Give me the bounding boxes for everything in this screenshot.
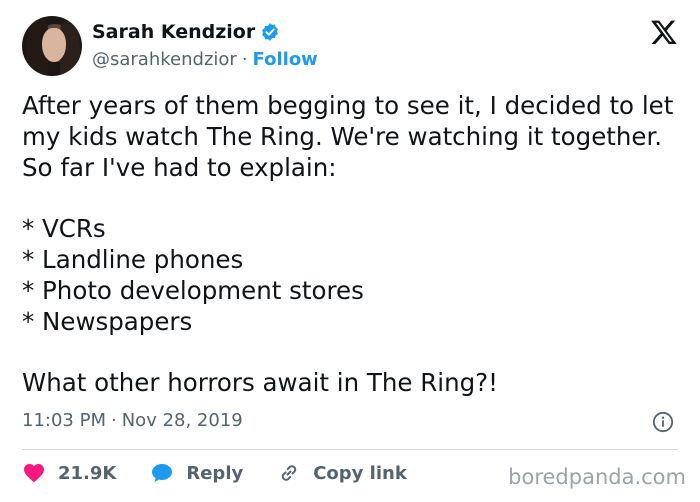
tweet-text: After years of them begging to see it, I… [22,91,674,398]
author-name[interactable]: Sarah Kendzior [92,21,255,43]
speech-bubble-icon [152,464,173,482]
timestamp-separator: · [110,410,117,431]
verified-badge-icon [262,23,279,41]
action-bar: 21.9K Reply Copy link [22,461,407,485]
heart-icon [24,464,44,483]
divider [22,449,678,450]
like-button[interactable]: 21.9K [22,461,116,485]
follow-button[interactable]: Follow [253,49,318,71]
tweet-time[interactable]: 11:03 PM [22,410,106,431]
link-icon [282,465,297,481]
reply-button[interactable]: Reply [150,461,243,485]
reply-label: Reply [186,462,244,484]
avatar[interactable] [22,16,82,76]
watermark: boredpanda.com [508,465,686,489]
x-logo-icon[interactable] [650,18,678,46]
info-icon[interactable] [652,411,674,433]
avatar-face [42,28,66,62]
tweet-date[interactable]: Nov 28, 2019 [122,410,243,431]
author-name-row: Sarah Kendzior [92,21,280,43]
handle-separator: · [241,49,248,70]
author-handle-row: @sarahkendzior · Follow [92,49,318,71]
like-count: 21.9K [58,462,117,484]
author-handle[interactable]: @sarahkendzior [92,49,237,71]
timestamp[interactable]: 11:03 PM · Nov 28, 2019 [22,410,243,431]
copy-link-label: Copy link [313,462,407,484]
copy-link-button[interactable]: Copy link [277,461,407,485]
